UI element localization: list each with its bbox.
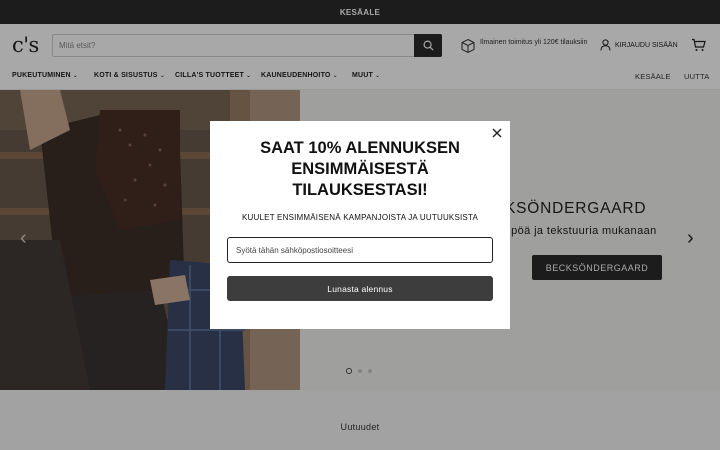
newsletter-popup: SAAT 10% ALENNUKSEN ENSIMMÄISESTÄ TILAUK… xyxy=(210,121,510,329)
popup-heading: SAAT 10% ALENNUKSEN ENSIMMÄISESTÄ TILAUK… xyxy=(260,139,460,199)
email-field[interactable] xyxy=(227,237,493,263)
close-button[interactable] xyxy=(490,126,504,140)
redeem-discount-button[interactable]: Lunasta alennus xyxy=(227,276,493,301)
popup-subheading: KUULET ENSIMMÄISENÄ KAMPANJOISTA JA UUTU… xyxy=(242,213,478,222)
close-icon xyxy=(492,128,502,138)
